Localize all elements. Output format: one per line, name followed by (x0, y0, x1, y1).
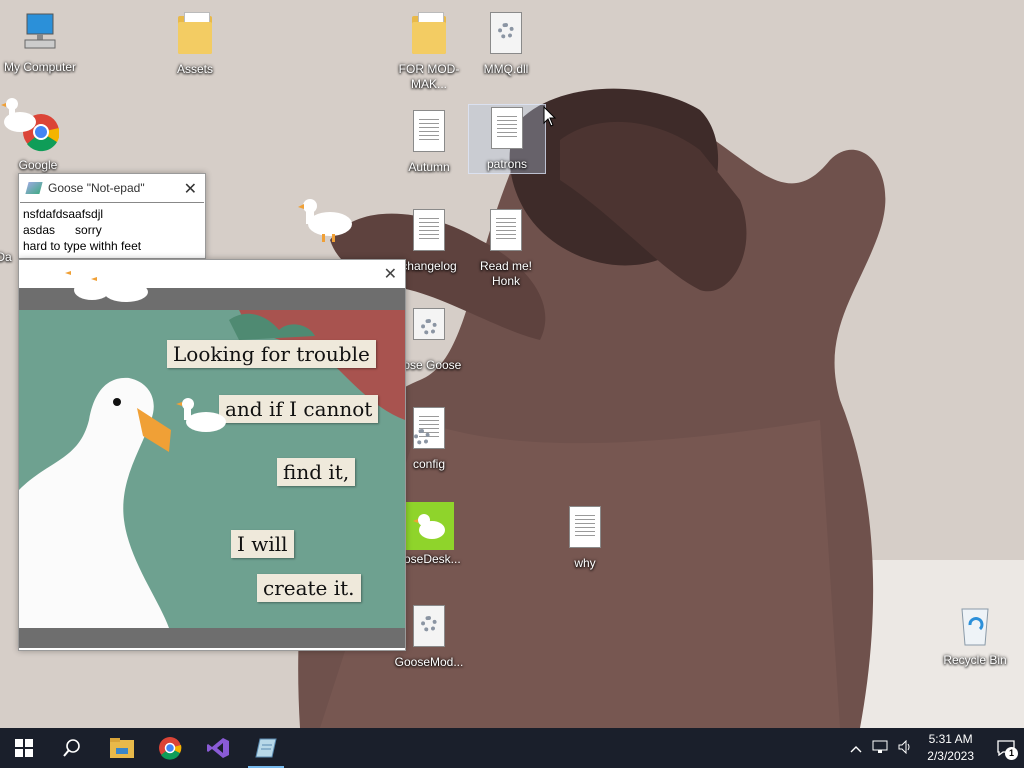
icon-label: GooseMod... (394, 655, 464, 669)
network-icon[interactable] (872, 740, 888, 757)
goose-sprite-icon[interactable] (0, 90, 44, 138)
text-file-icon (564, 506, 606, 552)
notepad-line: hard to type withh feet (23, 239, 142, 253)
notepad-line: nsfdafdsaafsdjl (23, 207, 104, 221)
notepad-text-area[interactable]: nsfdafdsaafsdjl asdas sorry hard to type… (20, 202, 204, 259)
visual-studio-icon (207, 738, 229, 758)
goose-sprite-icon[interactable] (64, 262, 154, 310)
visual-studio-button[interactable] (194, 728, 242, 768)
icon-label: oose Goose (396, 358, 462, 372)
system-tray: 5:31 AM 2/3/2023 1 (845, 728, 1024, 768)
text-file-icon (486, 107, 528, 153)
meme-picture: Looking for trouble and if I cannot find… (19, 310, 405, 628)
clock[interactable]: 5:31 AM 2/3/2023 (927, 731, 974, 765)
application-icon (408, 308, 450, 354)
meme-caption-line: find it, (277, 458, 356, 486)
icon-label: Google (18, 158, 58, 172)
close-icon[interactable]: ✕ (384, 264, 397, 284)
goose-sprite-icon[interactable] (174, 392, 234, 440)
folder-icon (408, 12, 450, 58)
notepad-taskbar-button[interactable] (242, 728, 290, 768)
icon-label: Recycle Bin (943, 653, 1007, 667)
icon-label: FOR MOD-MAK... (398, 62, 460, 91)
clock-date: 2/3/2023 (927, 749, 974, 763)
text-file-icon (408, 110, 450, 156)
desktop-icon-assets[interactable]: Assets (155, 10, 235, 77)
meme-caption-line: I will (231, 530, 294, 558)
file-explorer-button[interactable] (98, 728, 146, 768)
icon-label: Read me! Honk (479, 259, 533, 288)
chrome-button[interactable] (146, 728, 194, 768)
volume-icon[interactable] (898, 739, 914, 757)
taskbar: 5:31 AM 2/3/2023 1 (0, 728, 1024, 768)
goose-app-icon (404, 502, 454, 550)
meme-image-window[interactable]: ✕ Looking for trouble and if I cannot fi… (18, 259, 406, 651)
chrome-icon (159, 737, 182, 760)
notepad-titlebar[interactable]: Goose "Not-epad" (19, 174, 205, 202)
start-button[interactable] (0, 728, 48, 768)
dll-file-icon (408, 605, 450, 651)
icon-label: Assets (176, 62, 213, 76)
notepad-icon (255, 738, 277, 758)
text-file-icon (408, 209, 450, 255)
meme-caption-line: create it. (257, 574, 361, 602)
desktop-icon-for-mod-makers[interactable]: FOR MOD-MAK... (389, 10, 469, 92)
notification-center-button[interactable]: 1 (988, 728, 1024, 768)
image-bottom-band (19, 628, 405, 648)
folder-icon (174, 12, 216, 58)
icon-label: ooseDesk... (397, 552, 461, 566)
search-icon (63, 739, 80, 757)
icon-label: Da (0, 250, 12, 264)
windows-logo-icon (15, 739, 33, 757)
desktop-icon-read-me-honk[interactable]: Read me! Honk (466, 207, 546, 289)
desktop-icon-my-computer[interactable]: My Computer (0, 10, 80, 75)
icon-label: patrons (486, 157, 528, 171)
icon-label: My Computer (3, 60, 77, 74)
dll-file-icon (485, 12, 527, 58)
computer-icon (19, 10, 61, 56)
notepad-icon (25, 182, 43, 194)
desktop-icon-mmq-dll[interactable]: MMQ.dll (466, 10, 546, 77)
meme-caption-line: and if I cannot (219, 395, 379, 423)
notepad-line: asdas sorry (23, 223, 102, 237)
mouse-cursor-icon (543, 106, 557, 127)
desktop-icon-patrons[interactable]: patrons (468, 104, 546, 174)
meme-caption-line: Looking for trouble (167, 340, 376, 368)
desktop-icon-why[interactable]: why (545, 504, 625, 571)
recycle-bin-icon (954, 603, 996, 649)
config-file-icon (408, 407, 450, 453)
notepad-title: Goose "Not-epad" (48, 181, 145, 195)
icon-label: why (574, 556, 596, 570)
clock-time: 5:31 AM (928, 732, 973, 746)
desktop-icon-recycle-bin[interactable]: Recycle Bin (935, 603, 1015, 668)
icon-label: config (412, 457, 446, 471)
close-icon[interactable]: ✕ (184, 179, 197, 199)
chevron-up-icon[interactable] (850, 741, 862, 756)
goose-sprite-icon[interactable] (296, 196, 356, 248)
folder-icon (110, 738, 134, 758)
icon-label: changelog (401, 259, 457, 273)
search-button[interactable] (48, 728, 96, 768)
goose-notepad-window[interactable]: Goose "Not-epad" ✕ nsfdafdsaafsdjl asdas… (18, 173, 206, 259)
desktop-icon-autumn[interactable]: Autumn (389, 108, 469, 175)
notification-count-badge: 1 (1005, 747, 1018, 760)
icon-label: Autumn (408, 160, 450, 174)
text-file-icon (485, 209, 527, 255)
icon-label: MMQ.dll (483, 62, 529, 76)
